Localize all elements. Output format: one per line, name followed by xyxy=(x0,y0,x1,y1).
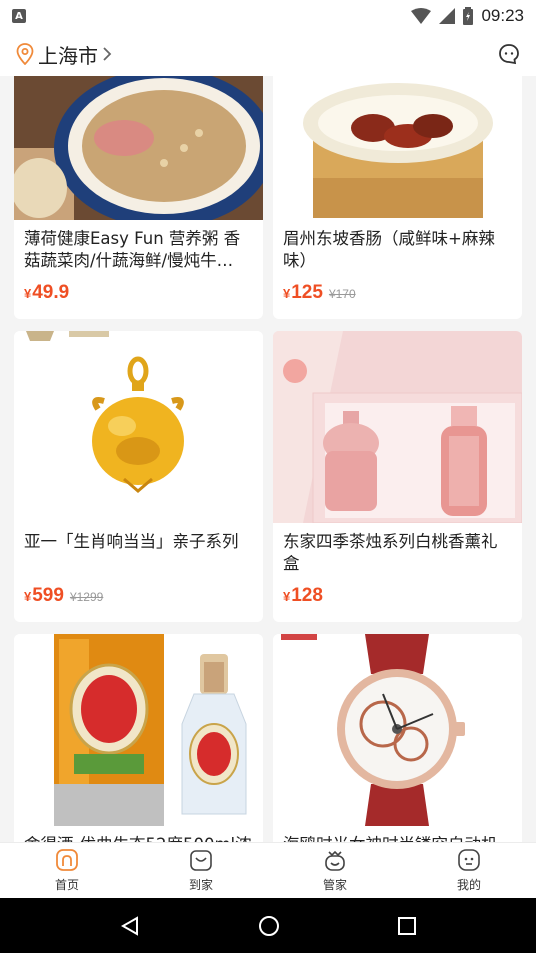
tab-label: 我的 xyxy=(456,878,481,892)
bottom-tab-bar: 首页 到家 管家 我的 xyxy=(0,842,536,898)
product-image xyxy=(273,331,522,523)
product-card[interactable]: 薄荷健康Easy Fun 营养粥 香菇蔬菜肉/什蔬海鲜/慢炖牛… ¥49.9 xyxy=(14,76,263,319)
status-bar: A 09:23 xyxy=(0,0,536,32)
product-image xyxy=(14,634,263,826)
product-card[interactable]: 东家四季茶烛系列白桃香薰礼盒 ¥128 xyxy=(273,331,522,622)
product-card[interactable]: 眉州东坡香肠（咸鲜味+麻辣味） ¥125 ¥170 xyxy=(273,76,522,319)
message-icon[interactable] xyxy=(498,43,520,65)
product-title: 亚一「生肖响当当」亲子系列 xyxy=(24,532,239,551)
product-title: 东家四季茶烛系列白桃香薰礼盒 xyxy=(283,532,498,573)
product-card[interactable]: 舍得酒-优曲生态52度500ml浓香型白酒 ¥98 xyxy=(14,634,263,842)
battery-icon xyxy=(463,7,474,25)
product-card[interactable]: 海鸥时光女神时尚镂空自动机械女士手表 ¥999 xyxy=(273,634,522,842)
system-navigation-bar xyxy=(0,898,536,953)
product-card[interactable]: 亚一「生肖响当当」亲子系列 ¥599 ¥1299 xyxy=(14,331,263,622)
home-button-icon[interactable] xyxy=(258,915,280,937)
product-title: 眉州东坡香肠（咸鲜味+麻辣味） xyxy=(283,229,495,270)
butler-icon xyxy=(325,850,345,871)
tab-label: 到家 xyxy=(188,878,213,892)
product-price: ¥125 xyxy=(283,282,323,303)
product-title: 薄荷健康Easy Fun 营养粥 香菇蔬菜肉/什蔬海鲜/慢炖牛… xyxy=(24,229,241,270)
product-image xyxy=(273,634,522,826)
clock: 09:23 xyxy=(481,6,524,25)
product-image xyxy=(273,76,522,220)
product-image xyxy=(14,76,263,220)
city-name: 上海市 xyxy=(38,43,98,68)
signal-icon xyxy=(439,8,456,24)
tab-label: 管家 xyxy=(322,878,347,892)
product-title: 海鸥时光女神时尚镂空自动机械女士手表 xyxy=(273,826,522,842)
product-title: 舍得酒-优曲生态52度500ml浓香型白酒 xyxy=(14,826,263,842)
tab-delivery[interactable]: 到家 xyxy=(134,843,268,898)
city-selector[interactable]: 上海市 xyxy=(16,40,112,69)
home-icon xyxy=(56,849,78,871)
tab-profile[interactable]: 我的 xyxy=(402,843,536,898)
tab-label: 首页 xyxy=(54,878,79,892)
profile-icon xyxy=(458,849,480,871)
app-notification-icon: A xyxy=(12,9,26,23)
tab-butler[interactable]: 管家 xyxy=(268,843,402,898)
product-price: ¥49.9 xyxy=(24,282,70,303)
product-price: ¥599 xyxy=(24,585,64,606)
recents-icon[interactable] xyxy=(397,916,417,936)
location-pin-icon xyxy=(16,43,34,65)
product-feed[interactable]: 薄荷健康Easy Fun 营养粥 香菇蔬菜肉/什蔬海鲜/慢炖牛… ¥49.9 眉… xyxy=(0,76,536,842)
app-screen: A 09:23 上海市 薄荷健康Easy Fun 营养粥 香菇蔬菜肉/什蔬海鲜/… xyxy=(0,0,536,953)
product-price: ¥128 xyxy=(283,585,323,606)
top-header: 上海市 xyxy=(0,32,536,76)
product-image xyxy=(14,331,263,523)
chevron-right-icon xyxy=(103,47,112,61)
original-price: ¥170 xyxy=(328,287,356,301)
bag-icon xyxy=(190,850,212,871)
wifi-icon xyxy=(411,8,432,24)
back-icon[interactable] xyxy=(119,915,141,937)
tab-home[interactable]: 首页 xyxy=(0,843,134,898)
original-price: ¥1299 xyxy=(69,590,104,604)
